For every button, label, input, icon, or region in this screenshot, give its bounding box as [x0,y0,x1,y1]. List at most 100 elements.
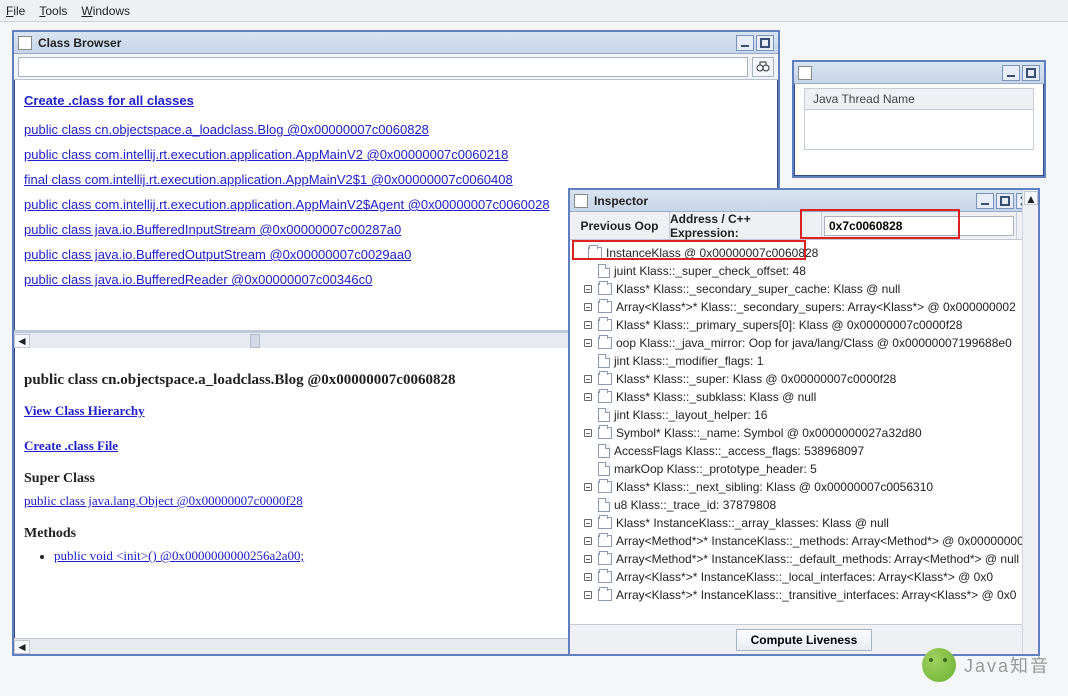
folder-icon [598,391,612,403]
tree-node[interactable]: Klass* Klass::_primary_supers[0]: Klass … [572,316,1036,334]
menu-file[interactable]: FFileile [6,4,25,18]
tree-node-label: Klass* Klass::_secondary_super_cache: Kl… [616,282,900,296]
document-icon [598,462,610,476]
inspector-toolbar: Previous Oop Address / C++ Expression: ▾ [570,212,1038,240]
class-link[interactable]: public class java.io.BufferedReader @0x0… [24,272,372,287]
tree-node-label: oop Klass::_java_mirror: Oop for java/la… [616,336,1012,350]
expand-handle-icon[interactable] [582,339,594,347]
tree-node[interactable]: Array<Klass*>* Klass::_secondary_supers:… [572,298,1036,316]
tree-node-label: Klass* InstanceKlass::_array_klasses: Kl… [616,516,889,530]
address-input[interactable] [824,216,1014,236]
class-link[interactable]: public class java.io.BufferedOutputStrea… [24,247,411,262]
tree-node-label: jint Klass::_modifier_flags: 1 [614,354,763,368]
inspector-bottom-bar: Compute Liveness [570,624,1038,654]
minimize-icon[interactable] [736,35,754,51]
threads-column-header[interactable]: Java Thread Name [804,88,1034,110]
tree-node-label: Array<Method*>* InstanceKlass::_default_… [616,552,1019,566]
menu-windows[interactable]: WWindowsindows [81,4,130,18]
expand-handle-icon[interactable] [582,573,594,581]
class-link[interactable]: public class java.io.BufferedInputStream… [24,222,401,237]
create-class-file-link[interactable]: Create .class File [24,438,118,453]
folder-icon [588,247,602,259]
expand-handle-icon[interactable] [582,591,594,599]
maximize-icon[interactable] [1022,65,1040,81]
tree-node-label: Klass* Klass::_subklass: Klass @ null [616,390,816,404]
folder-icon [598,283,612,295]
vscroll[interactable]: ▲ [1022,240,1038,624]
expand-handle-icon[interactable] [582,303,594,311]
expand-handle-icon[interactable] [582,429,594,437]
address-label: Address / C++ Expression: [670,212,822,239]
previous-oop-button[interactable]: Previous Oop [570,212,670,239]
tree-node-label: u8 Klass::_trace_id: 37879808 [614,498,776,512]
folder-icon [598,301,612,313]
tree-node[interactable]: AccessFlags Klass::_access_flags: 538968… [572,442,1036,460]
view-hierarchy-link[interactable]: View Class Hierarchy [24,403,145,418]
tree-node[interactable]: u8 Klass::_trace_id: 37879808 [572,496,1036,514]
tree-node[interactable]: Array<Method*>* InstanceKlass::_default_… [572,550,1036,568]
threads-titlebar[interactable] [794,62,1044,84]
window-icon [574,194,588,208]
expand-handle-icon[interactable] [582,555,594,563]
document-icon [598,408,610,422]
window-icon [18,36,32,50]
class-search-input[interactable] [18,57,748,77]
tree-node[interactable]: Klass* InstanceKlass::_array_klasses: Kl… [572,514,1036,532]
inspector-titlebar[interactable]: Inspector [570,190,1038,212]
tree-node[interactable]: jint Klass::_layout_helper: 16 [572,406,1036,424]
tree-node[interactable]: jint Klass::_modifier_flags: 1 [572,352,1036,370]
expand-handle-icon[interactable] [582,483,594,491]
expand-handle-icon[interactable] [582,375,594,383]
tree-node[interactable]: oop Klass::_java_mirror: Oop for java/la… [572,334,1036,352]
scroll-left-icon[interactable]: ◄ [14,640,30,654]
folder-icon [598,517,612,529]
maximize-icon[interactable] [756,35,774,51]
scroll-left-icon[interactable]: ◄ [14,334,30,348]
tree-node[interactable]: Array<Method*>* InstanceKlass::_methods:… [572,532,1036,550]
class-link[interactable]: public class com.intellij.rt.execution.a… [24,147,508,162]
tree-node-label: InstanceKlass @ 0x00000007c0060828 [606,246,818,260]
threads-frame: Java Thread Name [792,60,1046,178]
binoculars-icon[interactable] [752,57,774,77]
expand-handle-icon[interactable] [582,285,594,293]
tree-node[interactable]: markOop Klass::_prototype_header: 5 [572,460,1036,478]
folder-icon [598,319,612,331]
compute-liveness-button[interactable]: Compute Liveness [736,629,873,651]
class-link[interactable]: public class com.intellij.rt.execution.a… [24,197,550,212]
threads-empty-area [804,110,1034,150]
tree-node-label: jint Klass::_layout_helper: 16 [614,408,767,422]
tree-node[interactable]: Array<Klass*>* InstanceKlass::_local_int… [572,568,1036,586]
expand-handle-icon[interactable] [582,519,594,527]
tree-node[interactable]: juint Klass::_super_check_offset: 48 [572,262,1036,280]
document-icon [598,264,610,278]
tree-node-label: AccessFlags Klass::_access_flags: 538968… [614,444,864,458]
tree-node[interactable]: Array<Klass*>* InstanceKlass::_transitiv… [572,586,1036,604]
tree-node[interactable]: InstanceKlass @ 0x00000007c0060828 [572,244,1036,262]
tree-node-label: Array<Klass*>* InstanceKlass::_local_int… [616,570,993,584]
method-link[interactable]: public void <init>() @0x0000000000256a2a… [54,548,304,563]
super-class-link[interactable]: public class java.lang.Object @0x0000000… [24,493,303,508]
class-browser-titlebar[interactable]: Class Browser [14,32,778,54]
create-all-link[interactable]: Create .class for all classes [24,93,194,108]
maximize-icon[interactable] [996,193,1014,209]
tree-node-label: Array<Method*>* InstanceKlass::_methods:… [616,534,1024,548]
tree-node[interactable]: Symbol* Klass::_name: Symbol @ 0x0000000… [572,424,1036,442]
scroll-thumb[interactable] [250,334,260,348]
minimize-icon[interactable] [976,193,994,209]
expand-handle-icon[interactable] [582,321,594,329]
tree-node[interactable]: Klass* Klass::_super: Klass @ 0x00000007… [572,370,1036,388]
expand-handle-icon[interactable] [582,393,594,401]
tree-node[interactable]: Klass* Klass::_secondary_super_cache: Kl… [572,280,1036,298]
tree-node-label: Klass* Klass::_super: Klass @ 0x00000007… [616,372,896,386]
document-icon [598,444,610,458]
tree-node-label: Array<Klass*>* InstanceKlass::_transitiv… [616,588,1016,602]
class-link[interactable]: public class cn.objectspace.a_loadclass.… [24,122,429,137]
tree-node[interactable]: Klass* Klass::_next_sibling: Klass @ 0x0… [572,478,1036,496]
tree-node[interactable]: Klass* Klass::_subklass: Klass @ null [572,388,1036,406]
expand-handle-icon[interactable] [582,537,594,545]
minimize-icon[interactable] [1002,65,1020,81]
document-icon [598,498,610,512]
inspector-frame: Inspector Previous Oop Address / C++ Exp… [568,188,1040,656]
menu-tools[interactable]: TToolsools [39,4,67,18]
class-link[interactable]: final class com.intellij.rt.execution.ap… [24,172,513,187]
